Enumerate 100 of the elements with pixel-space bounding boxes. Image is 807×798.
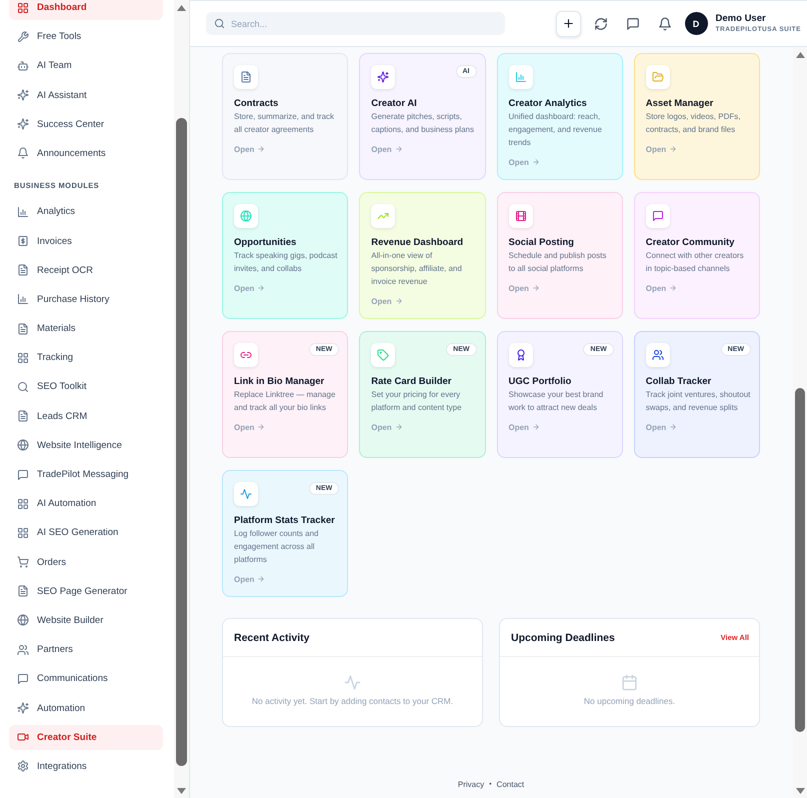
card-description: Schedule and publish posts to all social platforms [508,250,608,274]
card-title: Rate Card Builder [371,374,452,388]
card-title: Creator Analytics [508,96,587,110]
scrollbar-thumb[interactable] [795,388,805,732]
sidebar-item[interactable]: SEO Page Generator [9,578,163,604]
sidebar-item[interactable]: Tracking [9,345,163,370]
chat-bubble-icon [646,204,670,228]
grid-icon [17,498,29,510]
sidebar-item[interactable]: Website Intelligence [9,432,163,458]
plus-icon [562,17,575,30]
bell-icon [658,16,672,30]
sparkles-icon [17,118,29,130]
video-camera-icon [17,731,29,744]
arrow-up-icon[interactable] [177,5,186,11]
arrow-right-icon [257,145,266,153]
refresh-icon [594,16,608,30]
sidebar-item[interactable]: Website Builder [9,608,163,633]
user-avatar[interactable]: D [684,12,708,35]
settings-icon [17,760,29,772]
sidebar-item[interactable]: Materials [9,316,163,342]
search-icon [214,18,225,29]
arrow-down-icon[interactable] [177,788,186,794]
sidebar-item[interactable]: AI Automation [9,491,163,516]
card-description: Showcase your best brand work to attract new deals [508,388,604,414]
robot-icon [17,60,29,72]
arrow-right-icon [394,145,403,153]
trend-up-icon [371,204,396,228]
sidebar-item[interactable]: Success Center [9,112,163,137]
sidebar-item[interactable]: Communications [9,666,163,692]
card-description: Unified dashboard: reach, engagement, and revenue trends [508,110,603,148]
sidebar-item[interactable]: AI SEO Generation [9,520,163,546]
arrow-up-icon[interactable] [796,52,804,58]
bar-chart-icon [17,206,29,218]
card-description: Generate pitches, scripts, captions, and business plans [371,110,475,136]
calendar-icon [621,674,638,691]
empty-state-text: No upcoming deadlines. [584,696,676,707]
search-field[interactable]: Search... [206,12,505,35]
sidebar-item[interactable]: Leads CRM [9,404,163,429]
sidebar-item[interactable]: Integrations [9,754,163,779]
arrow-right-icon [257,423,266,431]
card-description: All-in-one view of sponsorship, affiliate, and invoice revenue [371,250,463,288]
wrench-icon [17,30,29,43]
sidebar-item[interactable]: Invoices [9,228,163,254]
card-title: Social Posting [508,236,574,248]
card-description: Store, summarize, and track all creator agreements [234,110,336,136]
sidebar-item[interactable]: Analytics [9,199,163,224]
document-icon [17,322,29,335]
card-title: Contracts [234,96,278,110]
arrow-right-icon [257,575,266,583]
add-button[interactable] [556,10,581,36]
card-title: Platform Stats Tracker [234,514,335,526]
sidebar-item[interactable]: Receipt OCR [9,258,163,283]
arrow-right-icon [669,423,678,431]
arrow-right-icon [394,297,403,305]
sidebar-item[interactable]: Free Tools [9,24,163,50]
link-icon [234,343,258,367]
footer-link[interactable]: Contact [496,780,524,790]
award-ribbon-icon [508,343,532,367]
chat-bubble-icon [17,672,29,685]
card-description: Track joint ventures, shoutout swaps, and revenue splits [646,388,750,414]
sidebar-item[interactable]: Orders [9,550,163,575]
card-title: Opportunities [234,236,296,248]
card-title: Creator Community [646,236,734,248]
tag-icon [371,343,396,367]
scrollbar-thumb[interactable] [176,118,187,766]
document-icon [17,410,29,422]
card-title: Creator AI [371,96,417,110]
cart-icon [17,556,29,568]
sidebar-item[interactable]: SEO Toolkit [9,374,163,400]
sidebar-item[interactable]: Dashboard [9,0,163,20]
card-description: Track speaking gigs, podcast invites, and collabs [234,250,338,274]
sidebar-item[interactable]: TradePilot Messaging [9,462,163,487]
user-name: Demo User [716,13,767,24]
panel-title: Upcoming Deadlines [511,632,615,644]
arrow-down-icon[interactable] [796,788,804,794]
sidebar-item[interactable]: Automation [9,696,163,720]
sparkles-icon [17,89,29,102]
footer-link[interactable]: Privacy [458,780,484,790]
globe-icon [234,204,258,228]
grid-icon [17,2,29,14]
card-title: UGC Portfolio [508,374,572,388]
arrow-right-icon [669,145,678,153]
arrow-right-icon [394,423,403,431]
sidebar-item[interactable]: Creator Suite [9,724,163,750]
globe-icon [17,614,29,626]
users-icon [17,644,29,656]
card-title: Collab Tracker [646,374,712,388]
globe-icon [17,439,29,452]
card-description: Log follower counts and engagement across all platforms [234,528,320,566]
grid-icon [17,526,29,539]
sidebar-item[interactable]: AI Team [9,53,163,78]
bell-icon [17,147,29,160]
sidebar-item[interactable]: Purchase History [9,286,163,312]
panel-title: Recent Activity [234,632,310,644]
card-description: Set your pricing for every platform and content type [371,388,463,414]
card-description: Connect with other creators in topic-based channels [646,250,745,274]
sidebar-item[interactable]: Partners [9,637,163,662]
sidebar-item[interactable]: AI Assistant [9,82,163,108]
pulse-line-icon [344,674,361,691]
sidebar-item[interactable]: Announcements [9,140,163,166]
